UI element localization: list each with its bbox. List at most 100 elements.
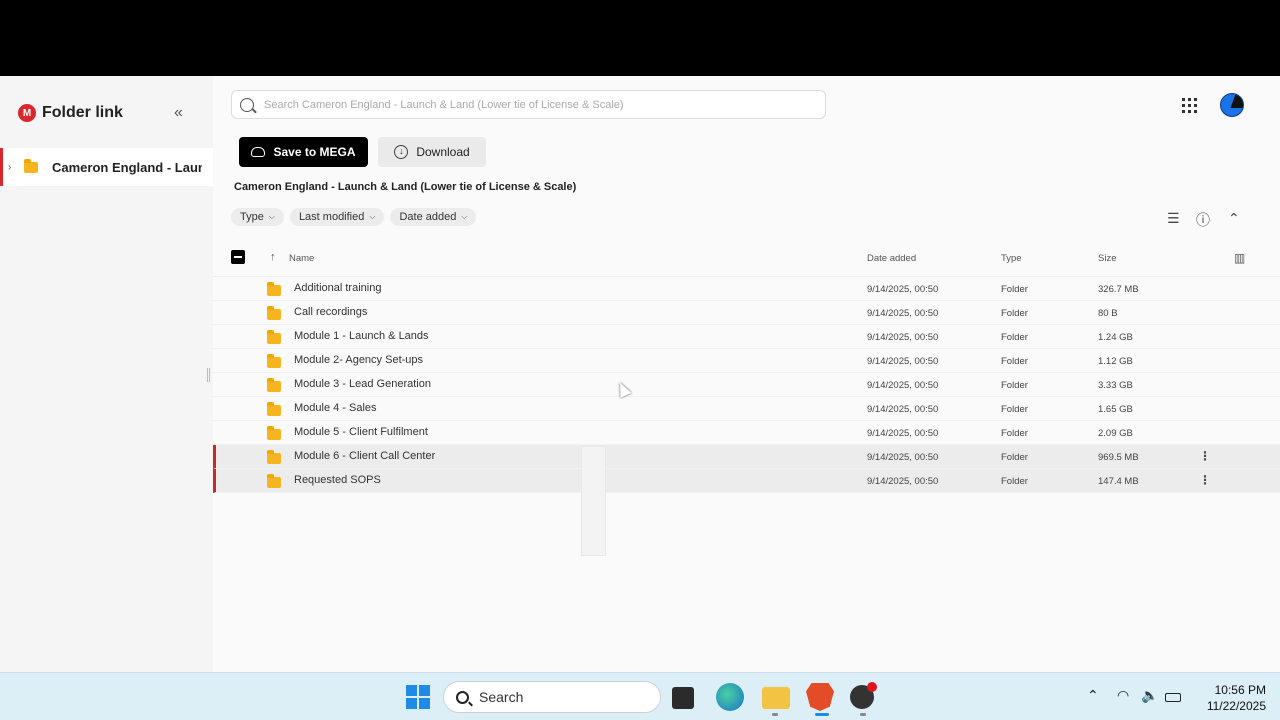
edge-browser-icon[interactable]: [716, 683, 744, 711]
row-size: 1.24 GB: [1098, 332, 1133, 343]
row-size: 1.12 GB: [1098, 356, 1133, 367]
search-icon: [456, 690, 469, 704]
collapse-up-icon[interactable]: ⌃: [1228, 210, 1240, 227]
select-all-checkbox[interactable]: [231, 250, 245, 264]
sort-arrow-icon[interactable]: ↑: [270, 251, 276, 263]
more-options-icon[interactable]: ⋮: [1199, 473, 1211, 487]
header-name[interactable]: Name: [289, 253, 314, 264]
file-explorer-icon[interactable]: [762, 687, 790, 709]
chevron-down-icon: ⌵: [268, 212, 275, 221]
folder-icon: [267, 450, 281, 464]
column-settings-icon[interactable]: ▥: [1234, 251, 1245, 265]
download-icon: ↓: [394, 145, 409, 159]
volume-icon[interactable]: 🔈: [1141, 687, 1158, 704]
folder-icon: [267, 378, 281, 392]
row-date: 9/14/2025, 00:50: [867, 284, 939, 295]
filter-chips: Type ⌵ Last modified ⌵ Date added ⌵: [231, 208, 477, 226]
row-date: 9/14/2025, 00:50: [867, 452, 939, 463]
table-row[interactable]: Module 3 - Lead Generation 9/14/2025, 00…: [213, 373, 1280, 397]
info-icon[interactable]: ⓘ: [1196, 210, 1210, 230]
folder-icon: [267, 474, 281, 488]
table-row[interactable]: Module 4 - Sales 9/14/2025, 00:50 Folder…: [213, 397, 1280, 421]
active-indicator: [815, 713, 829, 716]
table-row-selected[interactable]: Requested SOPS 9/14/2025, 00:50 Folder 1…: [213, 469, 1280, 493]
row-type: Folder: [1001, 404, 1028, 415]
save-to-mega-button[interactable]: Save to MEGA: [239, 137, 368, 167]
filter-last-modified[interactable]: Last modified ⌵: [289, 208, 385, 226]
resize-handle[interactable]: [207, 368, 210, 382]
row-size: 2.09 GB: [1098, 428, 1133, 439]
table-row[interactable]: Module 5 - Client Fulfilment 9/14/2025, …: [213, 421, 1280, 445]
table-row[interactable]: Module 2- Agency Set-ups 9/14/2025, 00:5…: [213, 349, 1280, 373]
task-view-icon[interactable]: [672, 687, 694, 709]
row-name: Additional training: [294, 282, 382, 294]
row-size: 1.65 GB: [1098, 404, 1133, 415]
search-input[interactable]: [264, 98, 814, 111]
folder-icon: [267, 354, 281, 368]
row-name: Module 3 - Lead Generation: [294, 378, 431, 390]
taskbar-search[interactable]: Search: [443, 681, 661, 713]
windows-start-icon[interactable]: [406, 685, 430, 709]
apps-grid-icon[interactable]: [1182, 98, 1197, 113]
header-size[interactable]: Size: [1098, 253, 1116, 264]
collapse-sidebar-icon[interactable]: «: [174, 104, 183, 122]
save-to-mega-label: Save to MEGA: [273, 145, 356, 159]
drag-ghost: [581, 446, 606, 556]
folder-path-title: Cameron England - Launch & Land (Lower t…: [234, 181, 577, 193]
row-date: 9/14/2025, 00:50: [867, 356, 939, 367]
list-view-icon[interactable]: ☰: [1167, 210, 1180, 227]
download-button[interactable]: ↓ Download: [378, 137, 486, 167]
row-name: Module 2- Agency Set-ups: [294, 354, 424, 366]
filter-last-modified-label: Last modified: [298, 211, 365, 223]
chevron-right-icon[interactable]: ›: [8, 162, 20, 173]
windows-taskbar: Search ⌃ ◠ 🔈 10:56 PM 11/22/2025: [0, 672, 1280, 720]
system-clock[interactable]: 10:56 PM 11/22/2025: [1196, 682, 1266, 714]
header-type[interactable]: Type: [1001, 253, 1022, 264]
row-name: Module 5 - Client Fulfilment: [294, 426, 428, 438]
chevron-down-icon: ⌵: [461, 212, 468, 221]
chevron-up-icon[interactable]: ⌃: [1087, 687, 1099, 704]
folder-icon: [267, 282, 281, 296]
mega-logo[interactable]: M Folder link: [18, 104, 123, 122]
table-row[interactable]: Module 1 - Launch & Lands 9/14/2025, 00:…: [213, 325, 1280, 349]
more-options-icon[interactable]: ⋮: [1199, 449, 1211, 463]
sidebar-tree-label: Cameron England - Launch & Land (Lower t…: [52, 159, 202, 175]
filter-date-added[interactable]: Date added ⌵: [390, 208, 477, 226]
row-date: 9/14/2025, 00:50: [867, 332, 939, 343]
running-indicator: [772, 713, 778, 716]
row-type: Folder: [1001, 284, 1028, 295]
cloud-upload-icon: [251, 147, 266, 157]
sidebar: M Folder link « › Cameron England - Laun…: [0, 76, 213, 672]
table-row[interactable]: Additional training 9/14/2025, 00:50 Fol…: [213, 277, 1280, 301]
clock-time: 10:56 PM: [1214, 683, 1266, 697]
header-date-added[interactable]: Date added: [867, 253, 916, 264]
row-name: Requested SOPS: [294, 474, 381, 486]
table-row-selected[interactable]: Module 6 - Client Call Center 9/14/2025,…: [213, 445, 1280, 469]
top-black-bar: [0, 0, 1280, 76]
sidebar-title: Folder link: [42, 104, 123, 121]
row-type: Folder: [1001, 428, 1028, 439]
row-type: Folder: [1001, 356, 1028, 367]
battery-icon[interactable]: [1165, 693, 1181, 702]
row-name: Module 6 - Client Call Center: [294, 450, 436, 462]
row-date: 9/14/2025, 00:50: [867, 428, 939, 439]
filter-date-added-label: Date added: [399, 211, 457, 223]
row-date: 9/14/2025, 00:50: [867, 308, 939, 319]
row-type: Folder: [1001, 380, 1028, 391]
filter-type[interactable]: Type ⌵: [231, 208, 284, 226]
row-type: Folder: [1001, 308, 1028, 319]
wifi-icon[interactable]: ◠: [1117, 687, 1129, 704]
sidebar-tree-item-root[interactable]: › Cameron England - Launch & Land (Lower…: [0, 148, 213, 186]
download-label: Download: [416, 145, 470, 159]
row-name: Module 1 - Launch & Lands: [294, 330, 429, 342]
clock-date: 11/22/2025: [1206, 699, 1266, 713]
chevron-down-icon: ⌵: [369, 212, 376, 221]
row-date: 9/14/2025, 00:50: [867, 380, 939, 391]
folder-icon: [267, 306, 281, 320]
avatar[interactable]: [1220, 93, 1244, 117]
brave-browser-icon[interactable]: [806, 683, 834, 711]
search-bar[interactable]: [231, 90, 826, 119]
folder-icon: [267, 426, 281, 440]
row-size: 326.7 MB: [1098, 284, 1139, 295]
table-row[interactable]: Call recordings 9/14/2025, 00:50 Folder …: [213, 301, 1280, 325]
